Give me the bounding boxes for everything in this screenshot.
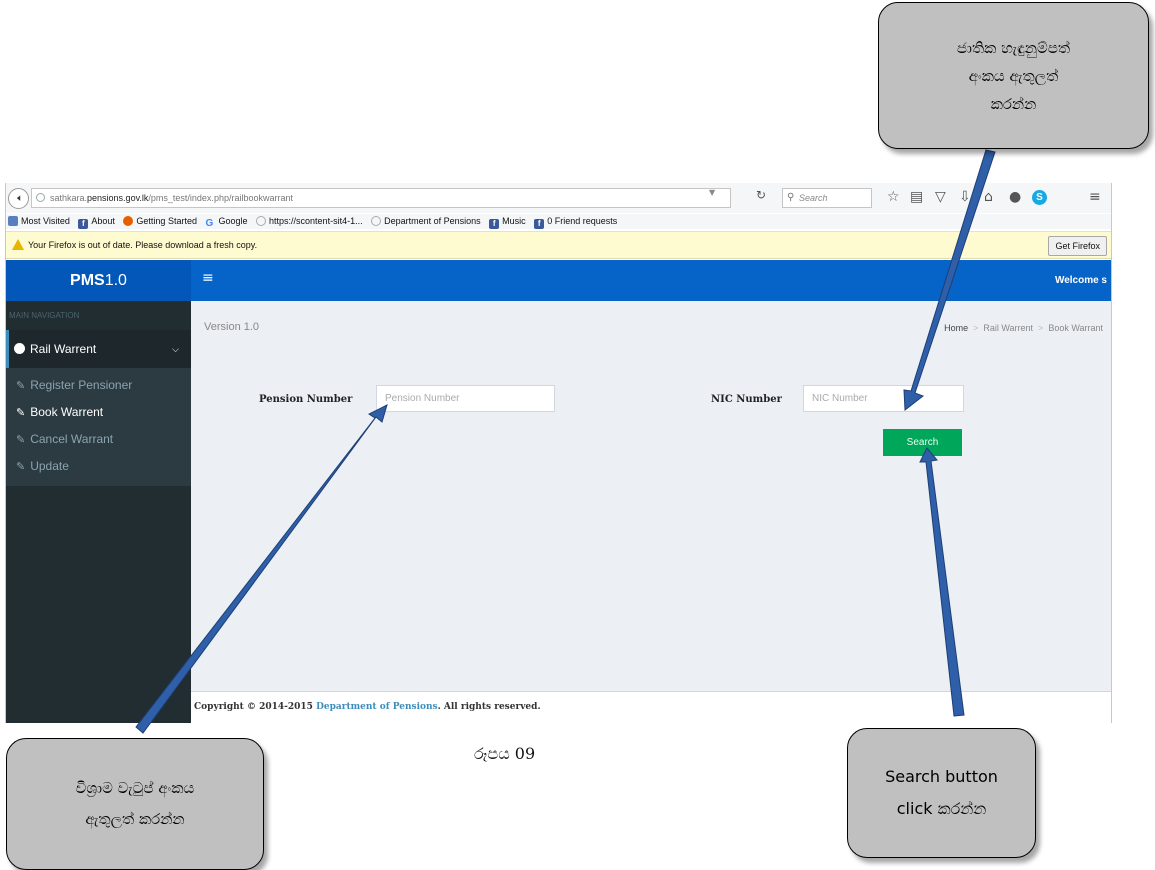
arrow-to-search-button bbox=[919, 447, 965, 717]
callout-nic-instruction: ජාතික හැඳුනුම්පත් අංකය ඇතුලත් කරන්න bbox=[878, 2, 1149, 149]
arrow-to-pension-field bbox=[135, 404, 388, 734]
callout-pension-instruction: විශ්‍රාම වැටුප් අංකය ඇතුලත් කරන්න bbox=[6, 738, 264, 870]
callout-search-instruction: Search button click කරන්න bbox=[847, 728, 1036, 858]
arrow-to-nic-field bbox=[903, 149, 996, 411]
figure-caption: රූපය 09 bbox=[474, 744, 536, 763]
